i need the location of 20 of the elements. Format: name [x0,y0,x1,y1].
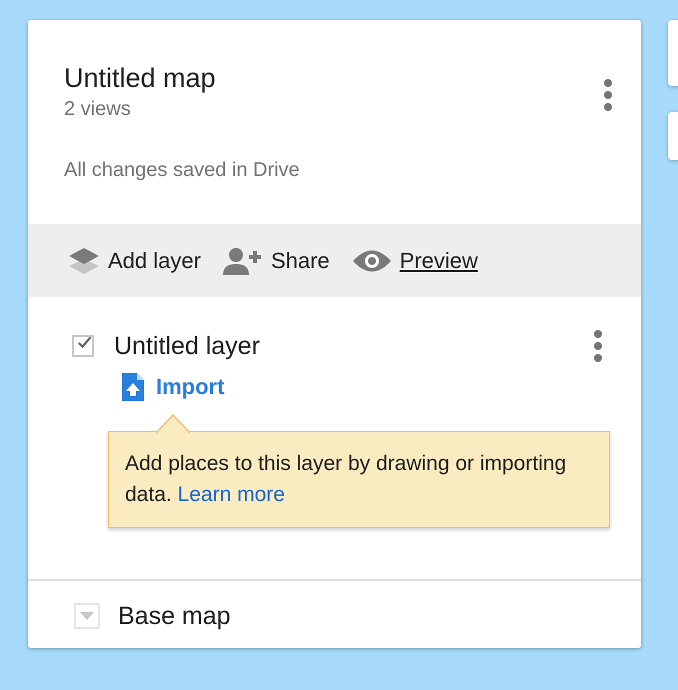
share-button[interactable]: Share [222,246,330,274]
base-map-toggle[interactable] [74,603,100,629]
upload-file-icon [122,373,144,401]
add-layer-button[interactable]: Add layer [68,246,201,274]
map-title[interactable]: Untitled map [64,62,300,94]
save-status: All changes saved in Drive [64,159,300,182]
layers-icon [68,246,100,274]
add-person-icon [222,246,263,274]
view-count: 2 views [64,98,132,121]
import-link[interactable]: Import [122,373,224,401]
learn-more-link[interactable]: Learn more [178,483,285,506]
eye-icon [352,248,392,274]
layer-name[interactable]: Untitled layer [114,332,593,360]
more-options-icon[interactable] [593,329,603,363]
hint-text: Add places to this layer by drawing or importing data. Learn more [125,451,568,508]
layer-checkbox[interactable] [72,335,94,357]
preview-button[interactable]: Preview [352,248,478,274]
caret-icon [80,612,94,620]
base-map-label[interactable]: Base map [118,602,231,630]
more-options-icon[interactable] [603,78,613,112]
